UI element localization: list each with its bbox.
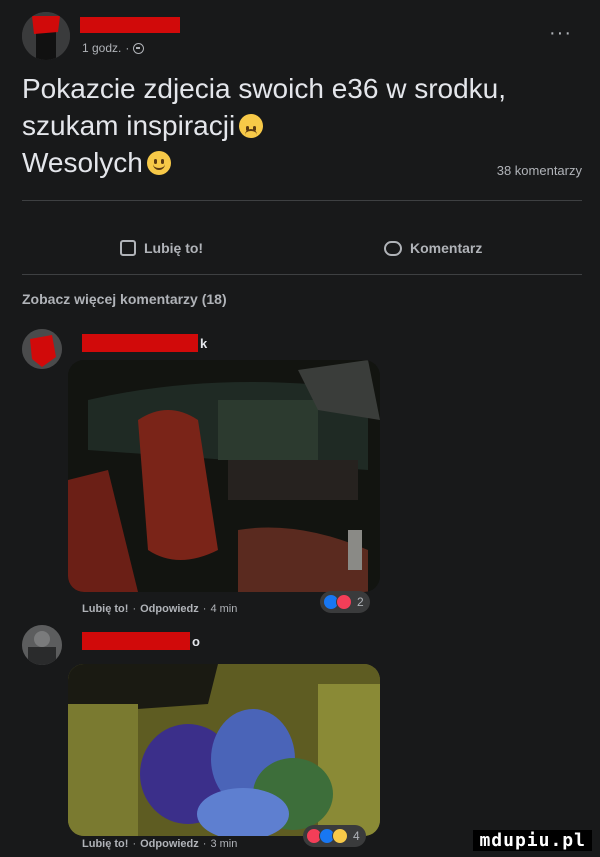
thumbs-up-icon [120, 240, 136, 256]
author-avatar[interactable] [22, 12, 70, 60]
comment-reactions[interactable]: 2 [320, 591, 370, 613]
trash-bin-image [68, 664, 380, 836]
commenter-name-tail: k [200, 335, 208, 351]
post-text-line-2-text: szukam inspiracji [22, 110, 236, 141]
comment-label: Komentarz [410, 240, 483, 256]
comment-photo-car-interior[interactable] [68, 360, 380, 592]
commenter-name[interactable]: k [82, 334, 207, 352]
smiling-face-emoji-icon [146, 151, 171, 175]
commenter-name-redaction [82, 334, 198, 352]
see-more-comments-link[interactable]: Zobacz więcej komentarzy (18) [22, 291, 227, 307]
author-name-redaction [80, 17, 180, 33]
comment-button[interactable]: Komentarz [384, 240, 482, 256]
commenter-avatar[interactable] [22, 625, 62, 665]
post-text: Pokazcie zdjecia swoich e36 w srodku, sz… [22, 70, 562, 181]
comment-reply-link[interactable]: Odpowiedz [140, 603, 199, 615]
comment-bubble-icon [384, 240, 402, 256]
comment-time[interactable]: 4 min [210, 603, 237, 615]
commenter-name-redaction [82, 632, 190, 650]
comment-actions: Lubię to! · Odpowiedz · 4 min [82, 603, 238, 615]
haha-reaction-icon [332, 828, 348, 844]
love-reaction-icon [336, 594, 352, 610]
comment-reply-link[interactable]: Odpowiedz [140, 838, 199, 850]
commenter-name-tail: o [192, 633, 200, 649]
comment-reactions[interactable]: 4 [303, 825, 366, 847]
reaction-count: 4 [353, 829, 360, 843]
comment-like-link[interactable]: Lubię to! [82, 603, 128, 615]
car-interior-image [68, 360, 380, 592]
post-time[interactable]: 1 godz. [82, 41, 121, 55]
post-text-line-2: szukam inspiracji [22, 107, 562, 144]
avatar-image [22, 329, 62, 369]
upside-down-face-emoji-icon [239, 114, 264, 138]
post-text-line-1: Pokazcie zdjecia swoich e36 w srodku, [22, 73, 507, 104]
comment-like-link[interactable]: Lubię to! [82, 838, 128, 850]
comment-photo-trash-bin[interactable] [68, 664, 380, 836]
like-label: Lubię to! [144, 240, 204, 256]
post-text-line-3-text: Wesolych [22, 147, 143, 178]
divider-bottom [22, 274, 582, 275]
commenter-name[interactable]: o [82, 632, 200, 650]
site-watermark: mdupiu.pl [473, 830, 592, 851]
comment-count[interactable]: 38 komentarzy [497, 163, 582, 178]
post-text-line-3: Wesolych [22, 144, 562, 181]
divider-top [22, 200, 582, 201]
comment-actions: Lubię to! · Odpowiedz · 3 min [82, 838, 238, 850]
avatar-image [22, 12, 70, 60]
commenter-avatar[interactable] [22, 329, 62, 369]
reaction-count: 2 [357, 595, 364, 609]
more-options-icon[interactable]: ··· [549, 22, 572, 45]
globe-icon [133, 42, 145, 54]
post-meta: 1 godz. · [82, 41, 145, 55]
avatar-image [22, 625, 62, 665]
comment-time[interactable]: 3 min [210, 838, 237, 850]
like-button[interactable]: Lubię to! [120, 240, 203, 256]
separator-dot: · [125, 41, 130, 55]
